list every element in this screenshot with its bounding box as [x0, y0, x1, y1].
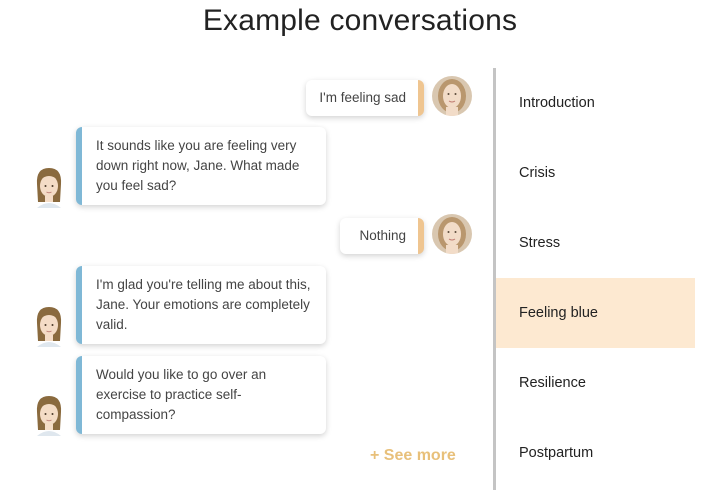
bot-avatar	[33, 164, 65, 208]
bot-avatar	[33, 303, 65, 347]
topic-label: Postpartum	[519, 445, 594, 461]
bot-avatar	[33, 392, 65, 436]
user-message-text: I'm feeling sad	[319, 90, 406, 105]
topic-resilience[interactable]: Resilience	[496, 348, 695, 418]
topic-postpartum[interactable]: Postpartum	[496, 418, 695, 488]
topic-label: Stress	[519, 235, 561, 251]
bot-message-text: I'm glad you're telling me about this, J…	[96, 277, 311, 332]
topic-stress[interactable]: Stress	[496, 208, 695, 278]
bot-message-bubble: It sounds like you are feeling very down…	[76, 127, 326, 205]
topic-label: Resilience	[519, 375, 586, 391]
bot-message-bubble: Would you like to go over an exercise to…	[76, 356, 326, 434]
user-avatar	[432, 214, 472, 254]
user-message-bubble: Nothing	[340, 218, 424, 254]
topic-introduction[interactable]: Introduction	[496, 68, 695, 138]
user-avatar	[432, 76, 472, 116]
topic-label: Feeling blue	[519, 305, 598, 321]
page: Example conversations I'm feeling sad It…	[0, 0, 720, 500]
bot-message-text: It sounds like you are feeling very down…	[96, 138, 300, 193]
user-message-bubble: I'm feeling sad	[306, 80, 424, 116]
user-message-text: Nothing	[359, 228, 406, 243]
bot-message-bubble: I'm glad you're telling me about this, J…	[76, 266, 326, 344]
page-title: Example conversations	[202, 4, 518, 37]
topic-label: Crisis	[519, 165, 556, 181]
see-more-link[interactable]: + See more	[370, 447, 456, 465]
bot-message-text: Would you like to go over an exercise to…	[96, 367, 267, 422]
topic-label: Introduction	[519, 95, 595, 111]
topic-feeling-blue[interactable]: Feeling blue	[496, 278, 695, 348]
topic-crisis[interactable]: Crisis	[496, 138, 695, 208]
